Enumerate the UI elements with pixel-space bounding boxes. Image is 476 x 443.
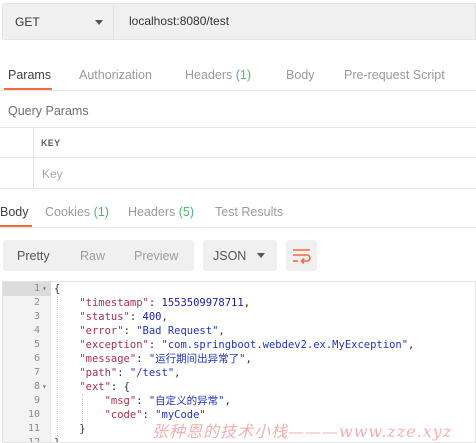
tab-body[interactable]: Body: [286, 68, 315, 82]
tab-authorization[interactable]: Authorization: [79, 68, 152, 82]
params-table: KEY Key: [0, 127, 476, 189]
code-text: "ext": {: [79, 381, 130, 393]
fold-toggle-icon[interactable]: ▾: [42, 380, 47, 394]
line-number: 3: [33, 311, 40, 322]
tab-label: Body: [286, 68, 315, 82]
indent-guide: [57, 296, 58, 436]
code-text: }: [54, 437, 61, 443]
code-text: "error": "Bad Request",: [79, 325, 225, 337]
url-field[interactable]: [114, 3, 476, 40]
response-toolbar: Pretty Raw Preview JSON: [0, 240, 476, 272]
line-number: 12: [27, 437, 40, 443]
tab-count: (5): [178, 205, 195, 219]
code-text: "msg": "自定义的异常",: [104, 395, 231, 407]
code-line: 9 "msg": "自定义的异常",: [3, 394, 475, 408]
tab-label: Test Results: [215, 205, 284, 219]
line-number: 9: [33, 395, 40, 406]
line-number: 10: [27, 409, 40, 420]
tab-label: Params: [8, 68, 52, 82]
code-text: }: [79, 423, 86, 435]
line-number: 2: [33, 297, 40, 308]
tab-label: Headers: [185, 68, 233, 82]
table-row: [0, 158, 476, 189]
fold-toggle-icon[interactable]: ▾: [42, 282, 47, 296]
code-line: 4 "error": "Bad Request",: [3, 324, 475, 338]
pretty-button[interactable]: Pretty: [17, 249, 50, 263]
url-input[interactable]: [129, 14, 459, 28]
tab-response-headers[interactable]: Headers (5): [128, 205, 194, 219]
request-url-bar: GET: [0, 0, 476, 42]
table-header-row: [0, 127, 476, 158]
line-number: 4: [33, 325, 40, 336]
code-line: 2 "timestamp": 1553509978711,: [3, 296, 475, 310]
format-value: JSON: [213, 249, 247, 263]
code-text: "timestamp": 1553509978711,: [79, 297, 251, 309]
tab-cookies[interactable]: Cookies (1): [45, 205, 109, 219]
code-line: 1 ▾{: [3, 282, 475, 296]
tab-count: (1): [235, 68, 252, 82]
tab-pre-request-script[interactable]: Pre-request Script: [344, 68, 445, 82]
code-line: 5 "exception": "com.springboot.webdev2.e…: [3, 338, 475, 352]
wrap-lines-icon: [293, 249, 311, 265]
line-number: 5: [33, 339, 40, 350]
code-line: 7 "path": "/test",: [3, 366, 475, 380]
request-tabs: Params Authorization Headers (1) Body Pr…: [0, 60, 476, 90]
code-text: "path": "/test",: [79, 367, 181, 379]
code-text: "status": 400,: [79, 311, 168, 323]
code-line: 8 ▾ "ext": {: [3, 380, 475, 394]
tab-headers[interactable]: Headers (1): [185, 68, 251, 82]
preview-button[interactable]: Preview: [134, 249, 178, 263]
divider: [0, 227, 476, 228]
key-input[interactable]: Key: [42, 167, 63, 181]
format-select[interactable]: JSON: [203, 240, 277, 271]
chevron-down-icon: [257, 253, 265, 258]
method-value: GET: [15, 15, 40, 29]
line-number: 7: [33, 367, 40, 378]
line-number: 6: [33, 353, 40, 364]
row-checkbox-cell[interactable]: [0, 158, 34, 188]
code-text: "exception": "com.springboot.webdev2.ex.…: [79, 339, 415, 351]
code-text: "message": "运行期间出异常了",: [79, 353, 252, 365]
code-line: 3 "status": 400,: [3, 310, 475, 324]
line-number: 11: [27, 423, 40, 434]
divider: [0, 90, 476, 91]
view-mode-switch: Pretty Raw Preview: [3, 240, 194, 271]
code-text: {: [54, 282, 61, 296]
response-tabs: Body Cookies (1) Headers (5) Test Result…: [0, 197, 476, 227]
tab-label: Authorization: [79, 68, 152, 82]
tab-label: Body: [0, 205, 29, 219]
tab-response-body[interactable]: Body: [0, 205, 29, 219]
row-checkbox-cell: [0, 127, 34, 157]
tab-label: Cookies: [45, 205, 91, 219]
tab-test-results[interactable]: Test Results: [215, 205, 283, 219]
watermark-text: 张种恩的技术小栈———www.zze.xyz: [152, 422, 453, 441]
tab-label: Pre-request Script: [344, 68, 445, 82]
raw-button[interactable]: Raw: [80, 249, 105, 263]
method-select[interactable]: GET: [2, 3, 114, 40]
key-column-header: KEY: [41, 138, 61, 148]
tab-count: (1): [93, 205, 109, 219]
indent-guide: [82, 394, 83, 422]
code-line: 6 "message": "运行期间出异常了",: [3, 352, 475, 366]
chevron-down-icon: [95, 20, 103, 25]
tab-params[interactable]: Params: [8, 68, 51, 82]
query-params-title: Query Params: [8, 104, 89, 118]
wrap-lines-button[interactable]: [286, 240, 317, 271]
tab-label: Headers: [128, 205, 176, 219]
